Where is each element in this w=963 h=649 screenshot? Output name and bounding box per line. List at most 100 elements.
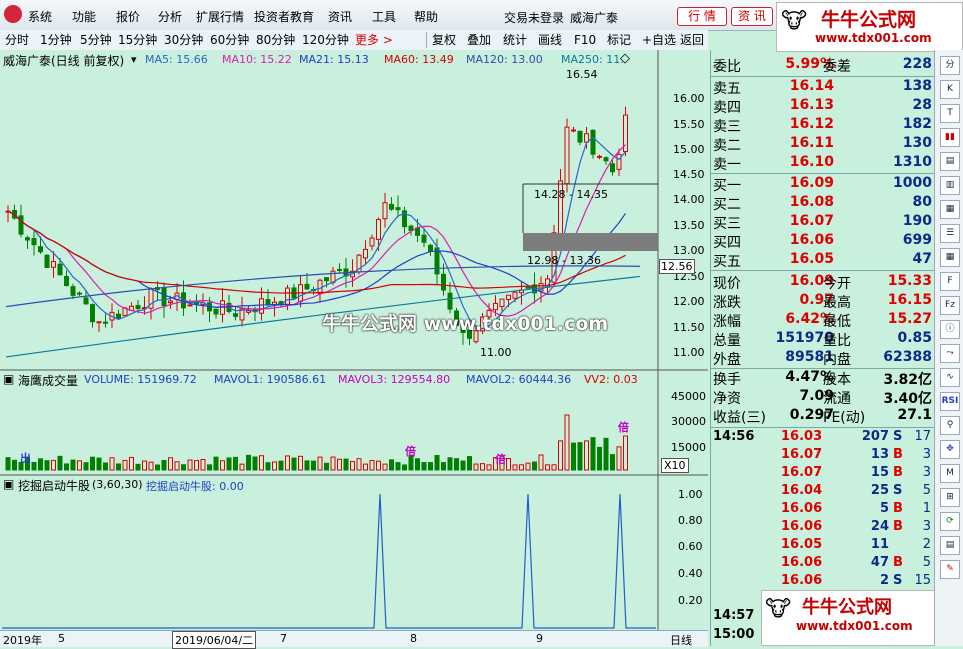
tick-side: B [893, 555, 903, 570]
ma60-label: MA60: 13.49 [384, 53, 454, 66]
back-button[interactable]: 返回 [680, 32, 704, 48]
add-watchlist-button[interactable]: +自选 [642, 32, 676, 48]
upper-band-annotation: 14.28 - 14.35 [534, 188, 608, 201]
volume-bar [428, 462, 433, 471]
volume-bar [44, 460, 50, 471]
sidebar-rsi-icon[interactable]: RSI [940, 392, 960, 411]
period-5min[interactable]: 5分钟 [80, 32, 112, 48]
restore-rights-button[interactable]: 复权 [432, 32, 456, 48]
menu-info[interactable]: 资讯 [328, 8, 352, 25]
stats-button[interactable]: 统计 [503, 32, 527, 48]
sidebar-bar-icon[interactable]: ▥ [940, 176, 960, 195]
signal-title: 挖掘启动牛股 [18, 479, 91, 493]
candle-body [421, 234, 427, 243]
sidebar-move-icon[interactable]: ✥ [940, 440, 960, 459]
volume-bar [551, 464, 557, 471]
volume-bar [584, 440, 589, 471]
sidebar-fz-icon[interactable]: Fz [940, 296, 960, 315]
sidebar-grid-icon[interactable]: ▦ [940, 248, 960, 267]
collapse-icon[interactable]: ▣ [3, 372, 14, 386]
volume-bar [161, 459, 167, 471]
sidebar-tool-icon[interactable]: ✎ [940, 560, 960, 579]
tool-sidebar: 分 K T ▮▮ ▤ ▥ ▦ ☰ ▦ F Fz ⓘ ⤳ ∿ RSI ⚲ ✥ M … [934, 50, 963, 646]
sidebar-m-icon[interactable]: M [940, 464, 960, 483]
stat-value: 27.1 [897, 407, 932, 423]
watermark-url: www.tdx001.com [796, 619, 913, 633]
menu-analysis[interactable]: 分析 [158, 8, 182, 25]
menu-help[interactable]: 帮助 [414, 8, 438, 25]
menu-edu[interactable]: 投资者教育 [254, 8, 314, 25]
sidebar-candle-icon[interactable]: ▮▮ [940, 128, 960, 147]
tick-volume: 11 [870, 537, 889, 552]
period-15min[interactable]: 15分钟 [118, 32, 157, 48]
period-120min[interactable]: 120分钟 [302, 32, 349, 48]
sidebar-tick-icon[interactable]: T [940, 104, 960, 123]
overlay-button[interactable]: 叠加 [467, 32, 491, 48]
menu-function[interactable]: 功能 [72, 8, 96, 25]
volume-bar [480, 463, 485, 471]
tick-price: 16.06 [781, 555, 823, 570]
volume-bar [577, 442, 583, 471]
volume-bar [265, 462, 271, 471]
menu-tools[interactable]: 工具 [372, 8, 396, 25]
y-tick: 13.50 [673, 219, 705, 232]
menu-ext[interactable]: 扩展行情 [196, 8, 244, 25]
menu-quote[interactable]: 报价 [116, 8, 140, 25]
tick-row: 16.06 24 B 3 [711, 519, 934, 538]
period-1min[interactable]: 1分钟 [40, 32, 72, 48]
sidebar-minute-icon[interactable]: 分 [940, 56, 960, 75]
sidebar-doc-icon[interactable]: ▤ [940, 536, 960, 555]
volume-bar [31, 461, 37, 471]
sidebar-magnify-icon[interactable]: ⚲ [940, 416, 960, 435]
period-fenshi[interactable]: 分时 [5, 32, 29, 48]
period-toolbar: 分时 1分钟 5分钟 15分钟 30分钟 60分钟 80分钟 120分钟 更多 … [0, 30, 708, 51]
mark-button[interactable]: 标记 [607, 32, 631, 48]
volume-bar [324, 462, 329, 471]
sidebar-trend-icon[interactable]: ⤳ [940, 344, 960, 363]
sell-label: 卖二 [713, 138, 741, 154]
buy-volume: 699 [902, 232, 932, 248]
tick-price: 16.07 [781, 447, 823, 462]
sidebar-plus-icon[interactable]: ⊞ [940, 488, 960, 507]
vol-y-tick: 45000 [671, 390, 706, 403]
sig-y-tick: 0.60 [678, 540, 703, 553]
candle-body [51, 261, 56, 268]
period-80min[interactable]: 80分钟 [256, 32, 295, 48]
signal-params: (3,60,30) [92, 478, 143, 491]
menu-system[interactable]: 系统 [28, 8, 52, 25]
volume-bar [285, 455, 290, 471]
stat-label: 流通 [823, 391, 851, 407]
volume-bar [454, 458, 459, 471]
ma-toggle-icon[interactable]: ▾ [131, 53, 137, 66]
sidebar-table-icon[interactable]: ▦ [940, 200, 960, 219]
buy-volume: 47 [912, 251, 932, 267]
sidebar-kline-icon[interactable]: K [940, 80, 960, 99]
sidebar-wave-icon[interactable]: ∿ [940, 368, 960, 387]
sidebar-chart-icon[interactable]: ▤ [940, 152, 960, 171]
stat-label: PE(动) [823, 410, 866, 426]
more-periods-button[interactable]: 更多 > [355, 32, 393, 48]
f10-button[interactable]: F10 [574, 32, 596, 48]
vol-tag-bei: 倍 [405, 445, 416, 458]
tick-row: 16.06 47 B 5 [711, 555, 934, 574]
period-30min[interactable]: 30分钟 [164, 32, 203, 48]
sidebar-f-icon[interactable]: F [940, 272, 960, 291]
sidebar-info-icon[interactable]: ⓘ [940, 320, 960, 339]
candle-body [610, 163, 615, 173]
stat-label: 涨幅 [713, 314, 741, 330]
volume-bar [233, 456, 238, 471]
chart-area[interactable]: 威海广泰(日线 前复权) ▾ MA5: 15.66 MA10: 15.22 MA… [0, 50, 708, 630]
collapse-icon[interactable]: ◇ [620, 51, 630, 66]
draw-button[interactable]: 画线 [538, 32, 562, 48]
volume-bar [304, 460, 310, 471]
period-60min[interactable]: 60分钟 [210, 32, 249, 48]
tab-quote[interactable]: 行 情 [677, 7, 727, 26]
collapse-icon[interactable]: ▣ [3, 477, 14, 491]
tab-info[interactable]: 资 讯 [731, 7, 773, 26]
kline-chart-svg[interactable] [0, 50, 708, 630]
volume-bar [226, 457, 232, 471]
sidebar-list-icon[interactable]: ☰ [940, 224, 960, 243]
volume-bar [311, 460, 316, 471]
buy-row: 买一 16.09 1000 [711, 175, 934, 194]
sidebar-refresh-icon[interactable]: ⟳ [940, 512, 960, 531]
